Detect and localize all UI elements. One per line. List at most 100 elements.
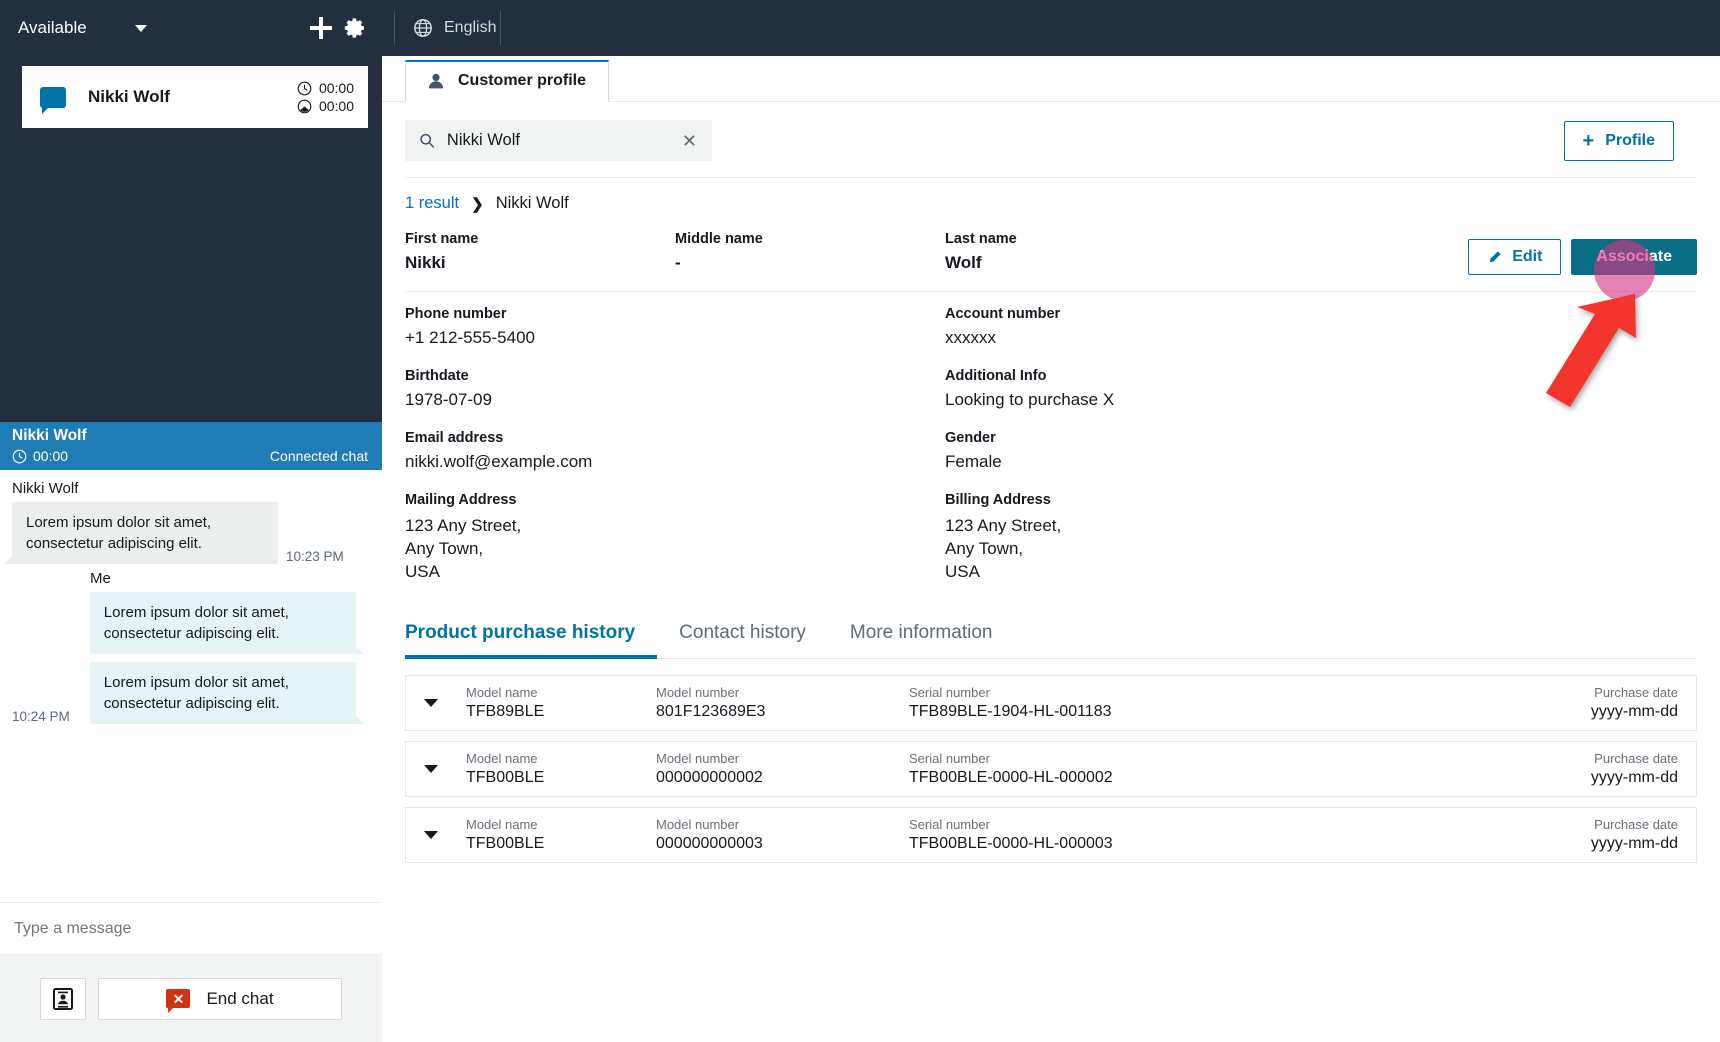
tab-label: Product purchase history <box>405 622 636 643</box>
column-header: Serial number <box>909 751 990 766</box>
language-selector[interactable]: English <box>413 18 496 38</box>
add-profile-button[interactable]: + Profile <box>1563 120 1674 161</box>
edit-button[interactable]: Edit <box>1468 239 1562 275</box>
field-phone-number: Phone number +1 212-555-5400 <box>405 306 945 348</box>
quick-responses-button[interactable] <box>40 977 86 1020</box>
column-header: Serial number <box>909 817 990 832</box>
customer-search-box[interactable]: ✕ <box>405 120 712 161</box>
tab-customer-profile-label: Customer profile <box>458 72 587 89</box>
clock-icon <box>12 449 27 463</box>
search-icon <box>420 133 435 148</box>
close-icon[interactable]: ✕ <box>679 130 700 152</box>
chevron-down-icon <box>424 765 438 773</box>
column-header: Purchase date <box>1594 817 1678 832</box>
message-timestamp: 10:23 PM <box>286 549 344 564</box>
main-topbar: English <box>382 0 1720 56</box>
column-header: Model number <box>656 685 740 700</box>
cell-serial-number: Serial number TFB89BLE-1904-HL-001183 <box>909 685 1591 721</box>
column-header: Model name <box>466 685 538 700</box>
field-email-address: Email address nikki.wolf@example.com <box>405 430 945 472</box>
field-middle-name: Middle name - <box>675 231 945 273</box>
table-row[interactable]: Model name TFB00BLE Model number 0000000… <box>405 807 1697 863</box>
chat-header-timer-value: 00:00 <box>33 448 69 464</box>
cell-value: 801F123689E3 <box>656 703 766 720</box>
breadcrumb-results-link[interactable]: 1 result <box>405 194 459 213</box>
new-contact-button[interactable] <box>304 11 338 45</box>
settings-button[interactable] <box>338 11 372 45</box>
message-bubble: Lorem ipsum dolor sit amet, consectetur … <box>89 592 364 654</box>
field-value: 1978-07-09 <box>405 390 492 409</box>
chevron-down-icon <box>424 699 438 707</box>
field-label: Middle name <box>675 231 763 247</box>
purchase-history-list: Model name TFB89BLE Model number 801F123… <box>382 659 1720 863</box>
row-expand-toggle[interactable] <box>424 831 466 839</box>
field-label: Birthdate <box>405 368 469 384</box>
field-value: xxxxxx <box>945 328 996 347</box>
breadcrumb: 1 result ❯ Nikki Wolf <box>382 178 1720 223</box>
row-expand-toggle[interactable] <box>424 699 466 707</box>
contact-timer-secondary: 00:00 <box>297 98 354 114</box>
field-gender: Gender Female <box>945 430 1697 472</box>
message-group-incoming: Nikki Wolf Lorem ipsum dolor sit amet, c… <box>4 480 370 564</box>
field-billing-address: Billing Address 123 Any Street, Any Town… <box>945 492 1697 583</box>
associate-button[interactable]: Associate <box>1571 239 1697 275</box>
row-expand-toggle[interactable] <box>424 765 466 773</box>
cell-value: 000000000002 <box>656 769 763 786</box>
table-row[interactable]: Model name TFB89BLE Model number 801F123… <box>405 675 1697 731</box>
contact-card-icon <box>53 987 73 1010</box>
profile-action-buttons: Edit Associate <box>1468 231 1697 275</box>
field-value: - <box>675 253 681 272</box>
field-mailing-address: Mailing Address 123 Any Street, Any Town… <box>405 492 945 583</box>
message-composer[interactable] <box>0 902 382 954</box>
clock-icon <box>297 81 312 95</box>
associate-label: Associate <box>1596 248 1672 265</box>
contact-list-item[interactable]: Nikki Wolf 00:00 00:00 <box>22 66 368 128</box>
end-chat-button[interactable]: ✕ End chat <box>98 977 342 1020</box>
tab-label: More information <box>849 622 993 643</box>
tab-more-information[interactable]: More information <box>850 614 1015 659</box>
cell-model-number: Model number 000000000002 <box>656 751 909 787</box>
panel-tabstrip: Customer profile <box>382 56 1720 102</box>
chat-pane: Nikki Wolf 00:00 Connected chat Nikki Wo… <box>0 422 382 1042</box>
tab-customer-profile[interactable]: Customer profile <box>405 60 610 102</box>
search-input[interactable] <box>446 131 667 150</box>
chat-header-name: Nikki Wolf <box>12 427 87 444</box>
application-window: Available Nikki Wolf 00:00 00:00 Nikki W… <box>0 0 1720 1042</box>
cell-serial-number: Serial number TFB00BLE-0000-HL-000002 <box>909 751 1591 787</box>
topbar-divider <box>394 11 395 45</box>
field-value: Looking to purchase X <box>945 390 1115 409</box>
cell-model-number: Model number 000000000003 <box>656 817 909 853</box>
message-row: Lorem ipsum dolor sit amet, consectetur … <box>4 502 370 564</box>
profile-name-row: First name Nikki Middle name - Last name… <box>382 223 1720 291</box>
cell-purchase-date: Purchase date yyyy-mm-dd <box>1591 685 1682 721</box>
edit-label: Edit <box>1512 248 1543 265</box>
table-row[interactable]: Model name TFB00BLE Model number 0000000… <box>405 741 1697 797</box>
chat-header: Nikki Wolf 00:00 Connected chat <box>0 422 382 470</box>
field-label: Additional Info <box>945 368 1047 384</box>
tab-product-purchase-history[interactable]: Product purchase history <box>405 614 658 659</box>
cell-purchase-date: Purchase date yyyy-mm-dd <box>1591 817 1682 853</box>
agent-status-selector[interactable]: Available <box>14 14 151 42</box>
column-header: Model name <box>466 817 538 832</box>
field-label: Account number <box>945 306 1061 322</box>
ccp-topbar: Available <box>0 0 382 56</box>
agent-status-label: Available <box>18 18 87 37</box>
chat-header-meta: 00:00 Connected chat <box>12 446 368 466</box>
field-label: Gender <box>945 430 996 446</box>
message-input[interactable] <box>14 919 368 938</box>
cell-value: TFB89BLE-1904-HL-001183 <box>909 703 1112 720</box>
cell-value: TFB00BLE-0000-HL-000002 <box>909 769 1113 786</box>
contact-timer-primary-value: 00:00 <box>318 80 354 96</box>
tab-label: Contact history <box>679 622 806 643</box>
add-profile-label: Profile <box>1605 131 1655 149</box>
cell-serial-number: Serial number TFB00BLE-0000-HL-000003 <box>909 817 1591 853</box>
cell-value: yyyy-mm-dd <box>1590 703 1678 720</box>
plus-icon <box>310 17 332 39</box>
tab-contact-history[interactable]: Contact history <box>679 614 828 659</box>
cell-purchase-date: Purchase date yyyy-mm-dd <box>1591 751 1682 787</box>
chat-bubble-icon <box>40 86 66 114</box>
chat-action-bar: ✕ End chat <box>0 954 382 1042</box>
person-icon <box>428 73 444 89</box>
field-label: First name <box>405 231 479 247</box>
profile-details: Phone number +1 212-555-5400 Birthdate 1… <box>382 292 1720 603</box>
